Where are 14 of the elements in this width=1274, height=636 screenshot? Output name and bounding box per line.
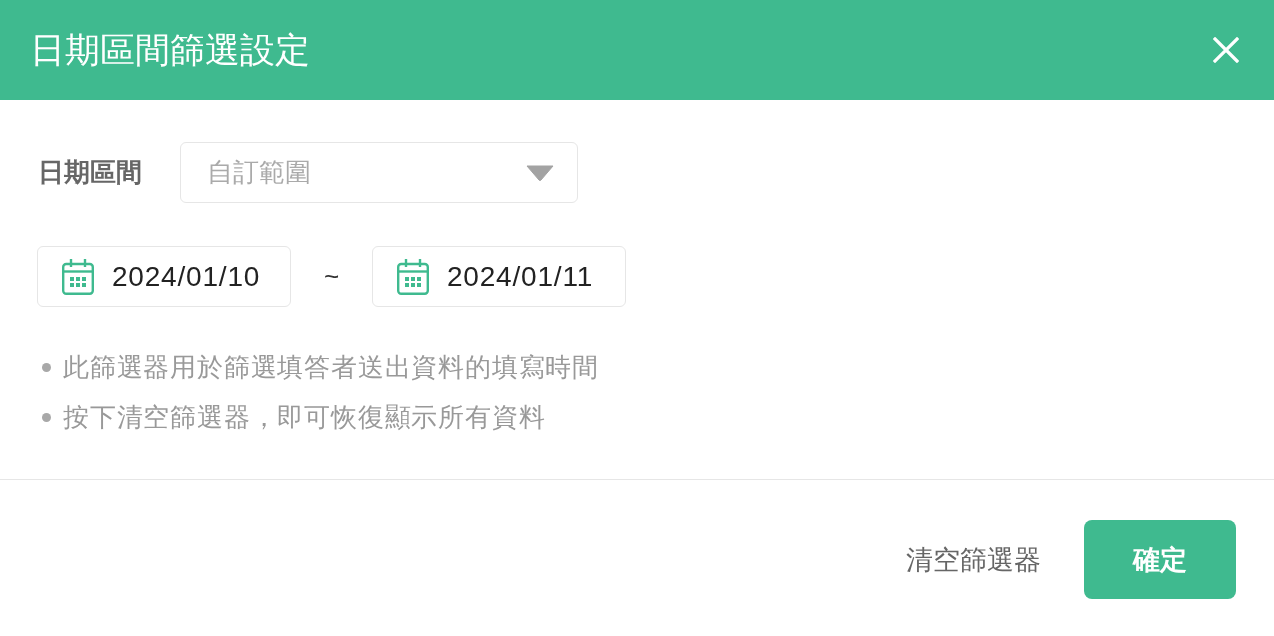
date-range-label: 日期區間 [38, 156, 143, 189]
calendar-icon [397, 258, 429, 295]
bullet-icon [42, 362, 51, 372]
close-icon[interactable] [1213, 37, 1239, 63]
note-text: 按下清空篩選器，即可恢復顯示所有資料 [63, 400, 546, 434]
caret-icon [526, 164, 554, 181]
start-date-field[interactable]: 2024/01/10 [37, 246, 291, 307]
clear-filter-button[interactable]: 清空篩選器 [906, 533, 1041, 586]
end-date-field[interactable]: 2024/01/11 [372, 246, 626, 307]
dialog-title: 日期區間篩選設定 [30, 30, 310, 70]
bullet-icon [42, 412, 51, 422]
note-text: 此篩選器用於篩選填答者送出資料的填寫時間 [63, 350, 599, 384]
calendar-icon [62, 258, 94, 295]
date-separator: ~ [322, 261, 341, 292]
